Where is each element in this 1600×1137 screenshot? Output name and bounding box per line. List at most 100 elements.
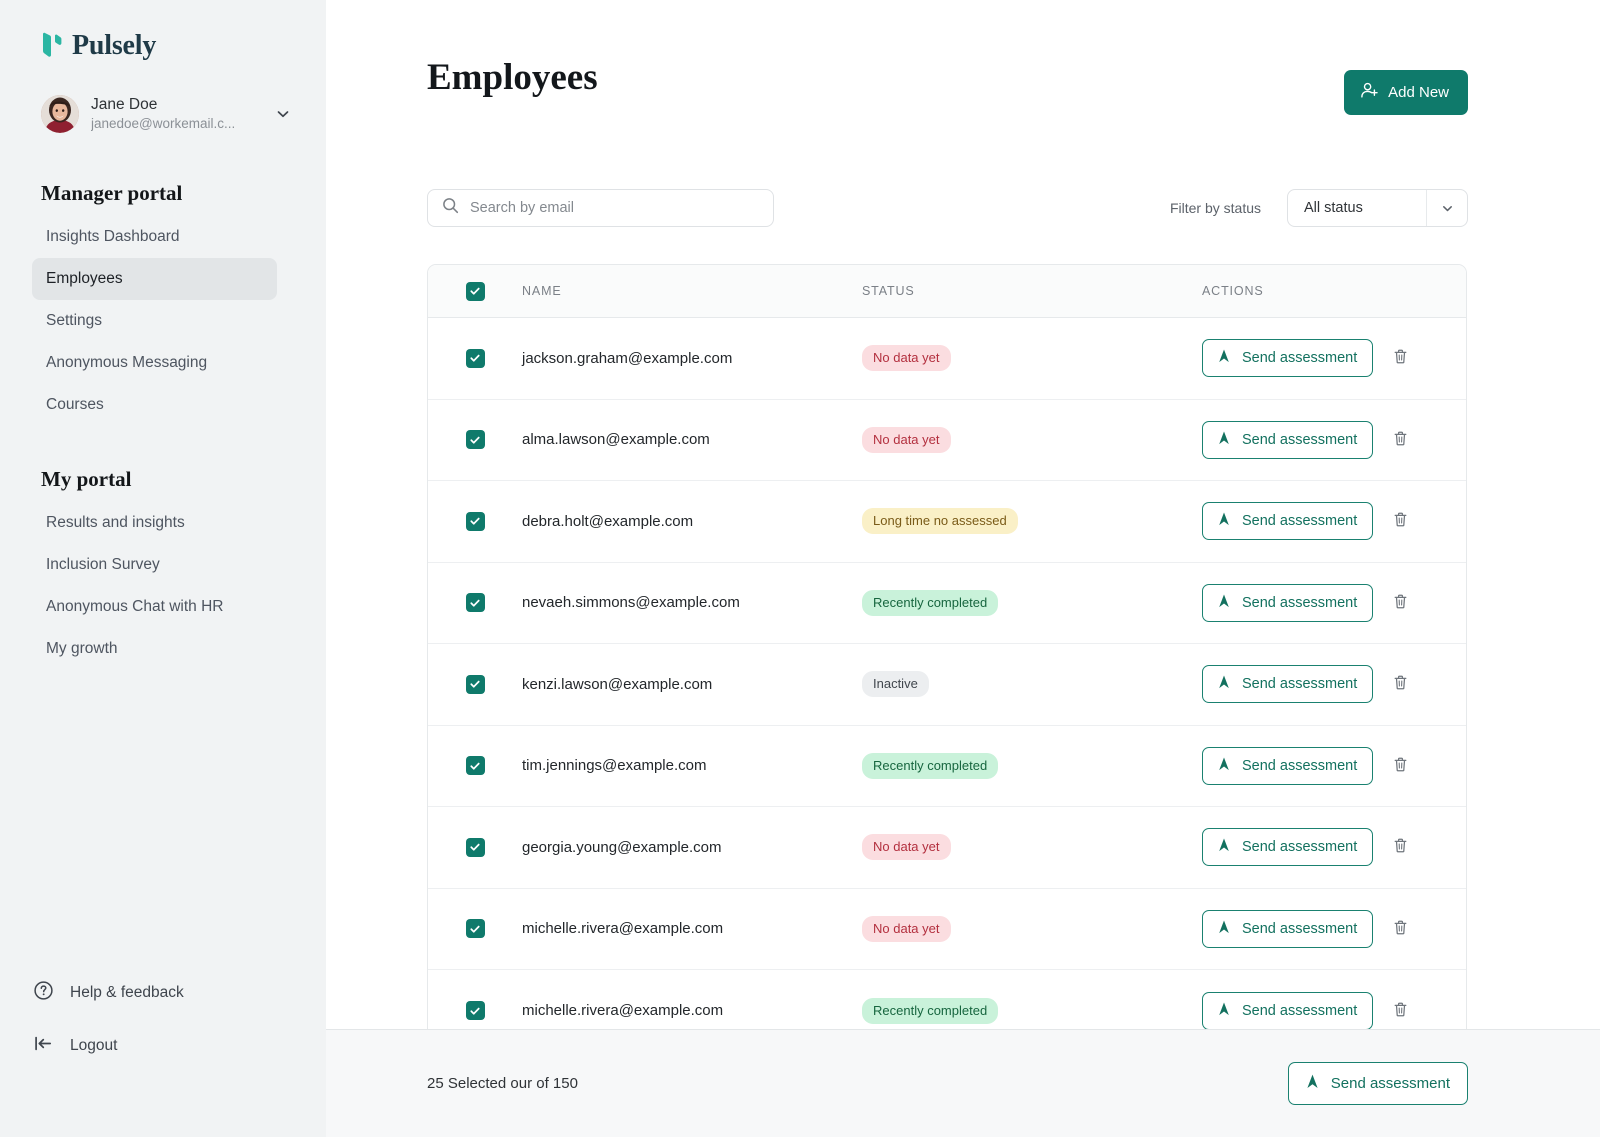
row-actions-cell: Send assessment [1202, 746, 1466, 785]
send-assessment-button[interactable]: Send assessment [1202, 746, 1374, 785]
sidebar-heading-my-portal: My portal [41, 467, 132, 491]
row-checkbox[interactable] [465, 756, 485, 776]
sidebar-item-my-growth[interactable]: My growth [32, 628, 277, 670]
send-assessment-button[interactable]: Send assessment [1202, 583, 1374, 622]
send-icon [1216, 837, 1232, 857]
sidebar: Pulsely Jane Doe janedoe@workemail.c... … [0, 0, 326, 1137]
add-new-button[interactable]: Add New [1344, 70, 1468, 115]
status-badge: Long time no assessed [862, 508, 1018, 535]
delete-row-button[interactable] [1385, 751, 1415, 781]
user-name: Jane Doe [91, 96, 158, 113]
select-all-checkbox[interactable] [465, 281, 485, 301]
send-assessment-label: Send assessment [1242, 513, 1358, 530]
row-checkbox[interactable] [465, 593, 485, 613]
send-icon [1216, 756, 1232, 776]
row-email: georgia.young@example.com [522, 838, 722, 856]
sidebar-item-inclusion-survey[interactable]: Inclusion Survey [32, 544, 277, 586]
delete-row-button[interactable] [1385, 996, 1415, 1026]
delete-row-button[interactable] [1385, 914, 1415, 944]
row-email: michelle.rivera@example.com [522, 1002, 724, 1020]
send-assessment-button[interactable]: Send assessment [1202, 339, 1374, 378]
main-content: Employees Add New Filter by status [326, 0, 1600, 1137]
send-icon [1216, 1001, 1232, 1021]
selection-count-text: 25 Selected our of 150 [427, 1075, 578, 1092]
status-select[interactable]: All status [1287, 189, 1468, 227]
delete-row-button[interactable] [1385, 669, 1415, 699]
row-status-cell: Recently completed [862, 997, 1202, 1024]
row-actions-cell: Send assessment [1202, 339, 1466, 378]
send-assessment-button[interactable]: Send assessment [1202, 909, 1374, 948]
sidebar-item-anonymous-chat-with-hr[interactable]: Anonymous Chat with HR [32, 586, 277, 628]
status-select-value: All status [1304, 200, 1363, 216]
send-assessment-button[interactable]: Send assessment [1202, 420, 1374, 459]
logout-item[interactable]: Logout [33, 1033, 293, 1059]
delete-row-button[interactable] [1385, 588, 1415, 618]
user-email: janedoe@workemail.c... [91, 116, 236, 131]
row-actions-cell: Send assessment [1202, 583, 1466, 622]
status-badge: No data yet [862, 345, 951, 372]
send-assessment-button[interactable]: Send assessment [1202, 991, 1374, 1030]
status-badge: No data yet [862, 915, 951, 942]
employees-table: NAME STATUS ACTIONS jackson.graham@examp… [427, 264, 1467, 1053]
logout-arrow-icon [33, 1033, 54, 1059]
row-status-cell: Inactive [862, 671, 1202, 698]
sidebar-item-insights-dashboard[interactable]: Insights Dashboard [32, 216, 277, 258]
row-status-cell: Long time no assessed [862, 508, 1202, 535]
sidebar-item-results-and-insights[interactable]: Results and insights [32, 502, 277, 544]
send-assessment-label: Send assessment [1242, 431, 1358, 448]
send-assessment-label: Send assessment [1242, 839, 1358, 856]
footer-send-assessment-button[interactable]: Send assessment [1287, 1062, 1468, 1105]
send-assessment-button[interactable]: Send assessment [1202, 665, 1374, 704]
delete-row-button[interactable] [1385, 425, 1415, 455]
row-checkbox-cell [428, 837, 522, 857]
search-box[interactable] [427, 189, 774, 227]
send-assessment-button[interactable]: Send assessment [1202, 828, 1374, 867]
question-circle-icon [33, 980, 54, 1006]
row-status-cell: No data yet [862, 345, 1202, 372]
row-email: tim.jennings@example.com [522, 757, 707, 775]
table-row: kenzi.lawson@example.com Inactive Send ass… [428, 644, 1466, 726]
row-actions-cell: Send assessment [1202, 665, 1466, 704]
help-and-feedback-item[interactable]: Help & feedback [33, 980, 293, 1006]
send-assessment-label: Send assessment [1242, 594, 1358, 611]
row-checkbox-cell [428, 919, 522, 939]
table-row: alma.lawson@example.com No data yet Send a… [428, 400, 1466, 481]
sidebar-item-settings[interactable]: Settings [32, 300, 277, 342]
sidebar-item-courses[interactable]: Courses [32, 384, 277, 426]
row-checkbox[interactable] [465, 919, 485, 939]
sidebar-heading-manager: Manager portal [41, 181, 183, 205]
row-checkbox[interactable] [465, 348, 485, 368]
sidebar-item-employees[interactable]: Employees [32, 258, 277, 300]
send-icon [1304, 1073, 1321, 1094]
row-actions-cell: Send assessment [1202, 909, 1466, 948]
delete-row-button[interactable] [1385, 832, 1415, 862]
send-assessment-button[interactable]: Send assessment [1202, 502, 1374, 541]
page-header: Employees Add New [427, 56, 1468, 115]
row-checkbox-cell [428, 674, 522, 694]
pulsely-leaf-logo-icon [41, 31, 63, 61]
row-checkbox[interactable] [465, 1001, 485, 1021]
sidebar-bottom: Help & feedback Logout [33, 980, 293, 1059]
main-inner: Employees Add New Filter by status [326, 0, 1600, 1053]
chevron-down-icon[interactable] [274, 105, 292, 123]
help-and-feedback-label: Help & feedback [70, 984, 184, 1001]
row-email: michelle.rivera@example.com [522, 920, 724, 938]
delete-row-button[interactable] [1385, 506, 1415, 536]
selection-footer: 25 Selected our of 150 Send assessment [326, 1029, 1600, 1137]
chevron-down-icon[interactable] [1426, 190, 1467, 226]
status-badge: Recently completed [862, 752, 999, 779]
table-header-row: NAME STATUS ACTIONS [428, 265, 1466, 318]
logout-label: Logout [70, 1037, 118, 1054]
row-checkbox[interactable] [465, 511, 485, 531]
delete-row-button[interactable] [1385, 343, 1415, 373]
sidebar-item-anonymous-messaging[interactable]: Anonymous Messaging [32, 342, 277, 384]
row-email: nevaeh.simmons@example.com [522, 594, 740, 612]
row-checkbox[interactable] [465, 837, 485, 857]
row-checkbox[interactable] [465, 674, 485, 694]
user-account-switcher[interactable]: Jane Doe janedoe@workemail.c... [41, 95, 306, 133]
user-meta: Jane Doe janedoe@workemail.c... [91, 95, 262, 133]
search-input[interactable] [470, 200, 759, 216]
brand-logo[interactable]: Pulsely [20, 0, 306, 62]
row-checkbox[interactable] [465, 430, 485, 450]
row-status-cell: No data yet [862, 426, 1202, 453]
